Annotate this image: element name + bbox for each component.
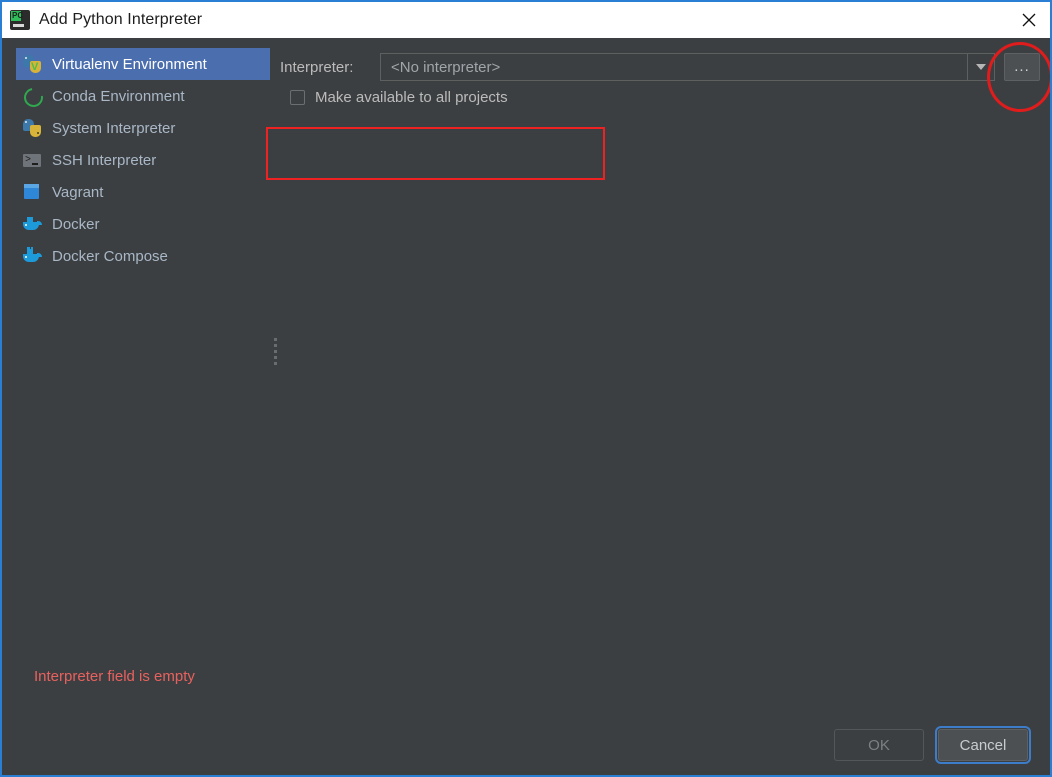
sidebar-item-label: SSH Interpreter (52, 151, 157, 169)
interpreter-label: Interpreter: (280, 58, 354, 76)
sidebar-item-label: Docker Compose (52, 247, 168, 265)
make-available-label: Make available to all projects (315, 89, 508, 106)
dialog-body: V Virtualenv Environment Conda Environme… (2, 38, 1050, 775)
sidebar-item-virtualenv-environment[interactable]: V Virtualenv Environment (16, 48, 270, 80)
ok-button[interactable]: OK (834, 729, 924, 761)
dialog-footer: OK Cancel (834, 726, 1031, 764)
pycharm-logo-icon: PC (10, 10, 30, 30)
browse-interpreter-button[interactable]: ... (1004, 53, 1040, 81)
sidebar-item-label: Conda Environment (52, 87, 185, 105)
ssh-terminal-icon: > (22, 150, 42, 170)
sidebar-item-docker[interactable]: Docker (16, 208, 270, 240)
close-icon[interactable] (1006, 2, 1050, 38)
cancel-button[interactable]: Cancel (935, 726, 1031, 764)
make-available-to-all-projects-row[interactable]: Make available to all projects (290, 89, 508, 106)
python-icon (22, 118, 42, 138)
add-python-interpreter-dialog: PC Add Python Interpreter V Virtualenv E… (0, 0, 1052, 777)
chevron-down-icon[interactable] (967, 54, 994, 80)
sidebar-item-system-interpreter[interactable]: System Interpreter (16, 112, 270, 144)
dialog-titlebar: PC Add Python Interpreter (2, 0, 1050, 38)
sidebar-item-conda-environment[interactable]: Conda Environment (16, 80, 270, 112)
vagrant-cube-icon (22, 182, 42, 202)
error-message: Interpreter field is empty (34, 668, 195, 685)
sidebar-item-docker-compose[interactable]: Docker Compose (16, 240, 270, 272)
sidebar-item-label: Virtualenv Environment (52, 55, 207, 73)
sidebar-item-label: System Interpreter (52, 119, 176, 137)
make-available-checkbox[interactable] (290, 90, 305, 105)
interpreter-combobox[interactable]: <No interpreter> (380, 53, 995, 81)
interpreter-settings-pane: Interpreter: <No interpreter> ... Make a… (280, 38, 1050, 775)
interpreter-type-list: V Virtualenv Environment Conda Environme… (16, 48, 270, 775)
docker-whale-icon (22, 214, 42, 234)
sidebar-item-vagrant[interactable]: Vagrant (16, 176, 270, 208)
conda-ring-icon (20, 84, 47, 111)
python-virtualenv-icon: V (22, 54, 42, 74)
sidebar-item-label: Vagrant (52, 183, 104, 201)
docker-compose-icon (22, 246, 42, 266)
interpreter-value: <No interpreter> (391, 58, 501, 76)
sidebar-item-ssh-interpreter[interactable]: > SSH Interpreter (16, 144, 270, 176)
sidebar-item-label: Docker (52, 215, 100, 233)
dialog-title: Add Python Interpreter (39, 11, 203, 28)
splitter-handle-icon[interactable] (272, 338, 280, 366)
interpreter-row: Interpreter: <No interpreter> ... (280, 52, 1040, 82)
